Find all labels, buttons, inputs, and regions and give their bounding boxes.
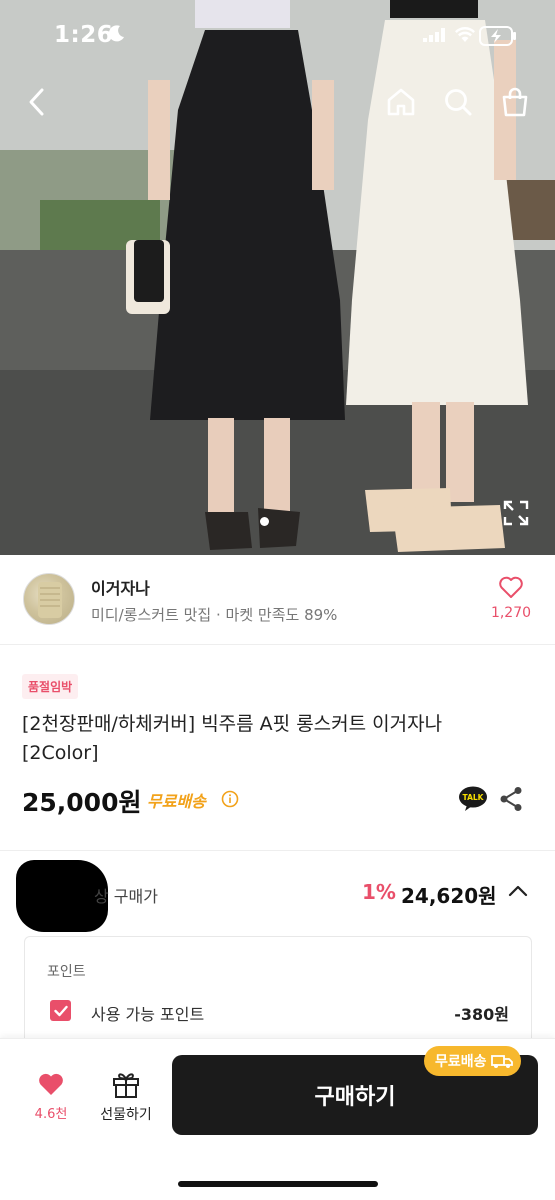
seller-avatar[interactable]: [23, 573, 75, 625]
back-button[interactable]: [18, 84, 54, 120]
product-price: 25,000원: [22, 788, 142, 817]
seller-like-button[interactable]: 1,270: [489, 575, 533, 621]
gift-icon: [113, 1073, 139, 1098]
seller-like-count: 1,270: [490, 605, 532, 621]
seller-name[interactable]: 이거자나: [91, 575, 150, 599]
free-shipping-badge-label: 무료배송: [435, 1054, 487, 1070]
wishlist-count: 4.6천: [34, 1107, 68, 1122]
kakao-talk-icon[interactable]: TALK: [458, 786, 488, 812]
carousel-indicator: [260, 517, 269, 526]
info-icon[interactable]: [221, 790, 239, 808]
points-header: 포인트: [47, 964, 86, 980]
points-checkbox[interactable]: [50, 1000, 71, 1021]
home-icon: [387, 88, 415, 116]
gift-button[interactable]: 선물하기: [94, 1069, 158, 1124]
status-badge: 품절임박: [22, 674, 79, 699]
truck-icon: [490, 1055, 513, 1068]
heart-filled-icon: [39, 1073, 63, 1095]
product-title: [2천장판매/하체커버] 빅주름 A핏 롱스커트 이거자나 [2Color]: [22, 713, 443, 764]
usable-points-value: -380원: [454, 1005, 509, 1024]
signal-icon: [423, 28, 445, 42]
seller-row[interactable]: 이거자나 미디/롱스커트 맛집 · 마켓 만족도 89% 1,270: [0, 555, 555, 645]
home-button[interactable]: [383, 84, 419, 120]
chevron-up-icon[interactable]: [507, 882, 529, 900]
heart-outline-icon: [499, 576, 523, 598]
search-icon: [445, 89, 472, 116]
cart-button[interactable]: [497, 84, 533, 120]
free-shipping-badge: 무료배송: [424, 1046, 521, 1076]
moon-icon: [108, 25, 124, 42]
expected-discount: 1%: [362, 880, 396, 904]
check-icon: [53, 1005, 68, 1016]
expand-icon[interactable]: [503, 500, 529, 526]
seller-description: 미디/롱스커트 맛집 · 마켓 만족도 89%: [91, 606, 338, 624]
gift-label: 선물하기: [100, 1107, 152, 1123]
battery-icon: [479, 26, 516, 46]
wishlist-button[interactable]: 4.6천: [29, 1071, 73, 1122]
free-shipping-label: 무료배송: [147, 792, 206, 811]
product-image[interactable]: 1:26: [0, 0, 555, 555]
status-bar: 1:26: [0, 22, 555, 52]
home-indicator: [178, 1181, 378, 1187]
talk-label: TALK: [463, 793, 485, 802]
expected-price: 24,620원: [401, 884, 497, 908]
search-button[interactable]: [440, 84, 476, 120]
shopping-bag-icon: [502, 87, 528, 117]
usable-points-label: 사용 가능 포인트: [91, 1005, 205, 1024]
share-icon[interactable]: [499, 786, 523, 812]
chevron-left-icon: [29, 88, 44, 116]
wifi-icon: [455, 27, 475, 42]
avatar-image: [38, 582, 62, 618]
bottom-action-bar: 4.6천 선물하기 구매하기 무료배송: [0, 1038, 555, 1200]
status-time: 1:26: [54, 22, 114, 48]
section-divider: [0, 850, 555, 851]
expected-price-label: 상 구매가: [94, 887, 158, 906]
